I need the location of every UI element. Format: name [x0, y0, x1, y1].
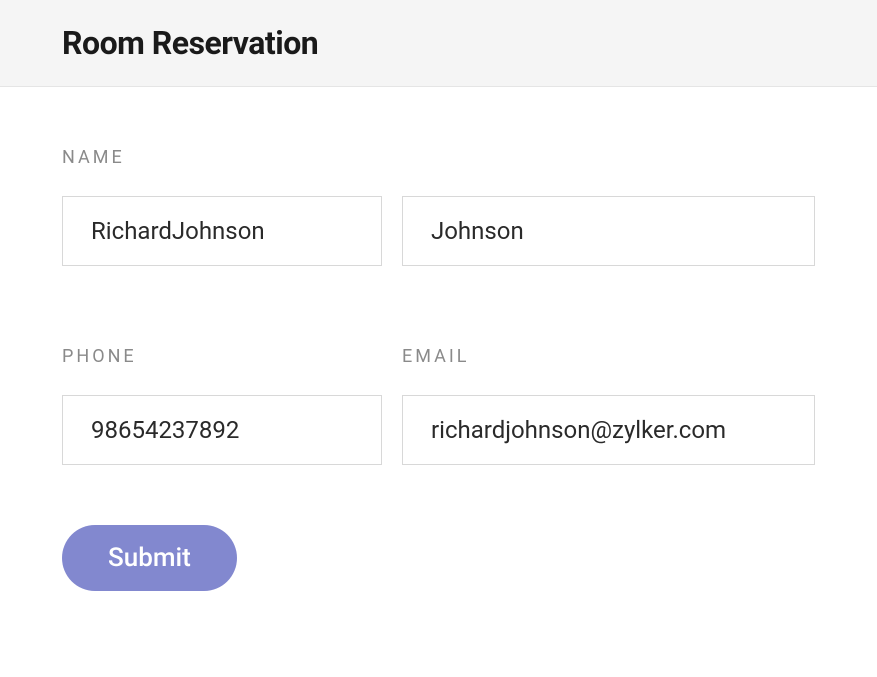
- reservation-form: NAME PHONE EMAIL Submit: [0, 87, 877, 631]
- phone-field[interactable]: [62, 395, 382, 465]
- last-name-field[interactable]: [402, 196, 815, 266]
- page-header: Room Reservation: [0, 0, 877, 87]
- contact-section: PHONE EMAIL: [62, 346, 815, 465]
- page-title: Room Reservation: [62, 24, 815, 62]
- phone-label: PHONE: [62, 346, 137, 367]
- email-field[interactable]: [402, 395, 815, 465]
- email-label: EMAIL: [402, 346, 469, 367]
- name-label: NAME: [62, 147, 125, 168]
- name-section: NAME: [62, 147, 815, 266]
- submit-button[interactable]: Submit: [62, 525, 237, 591]
- first-name-field[interactable]: [62, 196, 382, 266]
